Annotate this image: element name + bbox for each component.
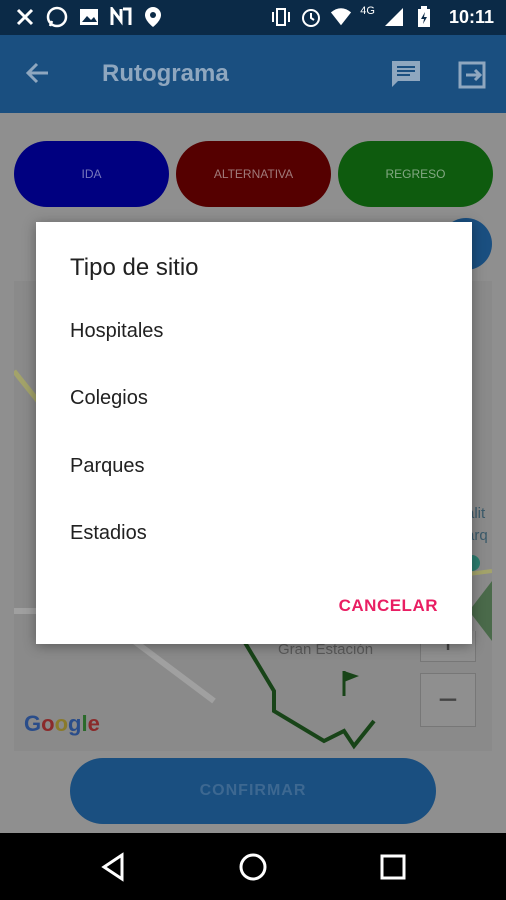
exit-icon[interactable] bbox=[458, 61, 488, 94]
app-bar: Rutograma bbox=[0, 35, 506, 113]
circle-home-icon[interactable] bbox=[237, 851, 269, 883]
option-parques[interactable]: Parques bbox=[70, 455, 145, 478]
site-type-dialog: Tipo de sitio Hospitales Colegios Parque… bbox=[36, 222, 472, 644]
google-logo: Google bbox=[24, 711, 100, 736]
clock: 10:11 bbox=[448, 6, 494, 27]
alternativa-button[interactable]: ALTERNATIVA bbox=[176, 141, 331, 207]
network-type: 4G bbox=[360, 5, 375, 17]
wifi-icon bbox=[330, 6, 352, 28]
regreso-button[interactable]: REGRESO bbox=[338, 141, 493, 207]
n-app-icon bbox=[110, 6, 132, 28]
maps-marker-icon bbox=[142, 6, 164, 28]
signal-icon bbox=[383, 6, 405, 28]
ida-button[interactable]: IDA bbox=[14, 141, 169, 207]
whatsapp-icon bbox=[46, 6, 68, 28]
message-icon[interactable] bbox=[390, 59, 422, 94]
vibrate-icon bbox=[270, 6, 292, 28]
dialog-title: Tipo de sitio bbox=[70, 254, 199, 281]
arrow-back-icon[interactable] bbox=[24, 59, 52, 92]
cancel-button[interactable]: CANCELAR bbox=[339, 596, 438, 616]
tools-icon bbox=[14, 6, 36, 28]
navigation-bar bbox=[0, 833, 506, 900]
image-icon bbox=[78, 6, 100, 28]
page-title: Rutograma bbox=[102, 60, 229, 87]
zoom-out-button[interactable]: − bbox=[420, 673, 476, 727]
battery-icon bbox=[413, 6, 435, 28]
triangle-back-icon[interactable] bbox=[98, 851, 130, 883]
flag-icon bbox=[344, 671, 359, 682]
confirm-button[interactable]: CONFIRMAR bbox=[70, 758, 436, 824]
status-bar: 4G 10:11 bbox=[0, 0, 506, 35]
option-hospitales[interactable]: Hospitales bbox=[70, 320, 163, 343]
square-recents-icon[interactable] bbox=[377, 851, 409, 883]
option-colegios[interactable]: Colegios bbox=[70, 387, 148, 410]
option-estadios[interactable]: Estadios bbox=[70, 522, 147, 545]
alarm-icon bbox=[300, 6, 322, 28]
